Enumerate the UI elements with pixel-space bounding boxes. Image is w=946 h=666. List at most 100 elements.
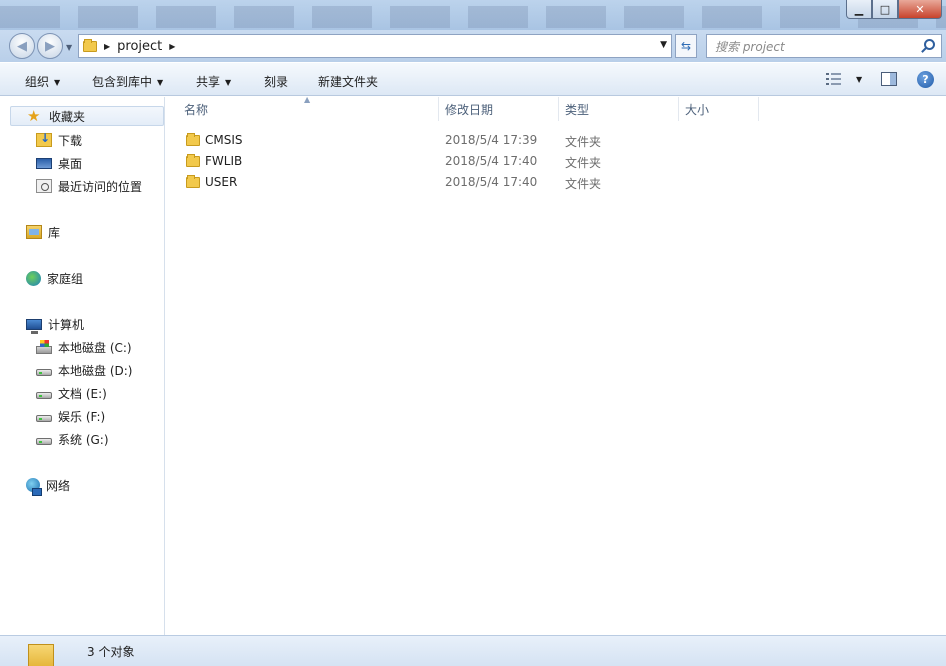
nav-item-label: 最近访问的位置 xyxy=(58,179,143,194)
column-header-type[interactable]: 类型 xyxy=(559,97,679,121)
preview-pane-button[interactable] xyxy=(881,72,897,86)
view-list-icon xyxy=(826,73,841,85)
forward-arrow-icon: ▶ xyxy=(45,38,55,54)
breadcrumb-project[interactable]: project xyxy=(117,39,162,54)
address-history-dropdown-icon[interactable]: ▼ xyxy=(660,40,667,50)
chevron-down-icon: ▼ xyxy=(225,78,232,87)
folder-icon xyxy=(28,644,54,666)
file-date: 2018/5/4 17:40 xyxy=(445,154,538,168)
share-label: 共享 xyxy=(196,75,221,89)
file-type: 文件夹 xyxy=(565,177,602,191)
folder-icon xyxy=(186,175,200,188)
nav-homegroup[interactable]: 家庭组 xyxy=(26,268,83,288)
column-header-label: 大小 xyxy=(685,102,710,117)
hard-drive-icon xyxy=(36,391,52,399)
search-placeholder: 搜索 project xyxy=(715,39,785,54)
back-button[interactable]: ◀ xyxy=(9,33,35,59)
nav-drive-c[interactable]: 本地磁盘 (C:) xyxy=(36,337,132,357)
chevron-down-icon: ▼ xyxy=(157,78,164,87)
recent-pages-dropdown-icon[interactable]: ▼ xyxy=(66,43,72,52)
column-header-name[interactable]: ▲ 名称 xyxy=(166,95,439,121)
drive-label: 文档 (E:) xyxy=(58,386,107,401)
organize-menu[interactable]: 组织 ▼ xyxy=(25,73,60,90)
refresh-icon: ⇆ xyxy=(680,39,692,53)
nav-network[interactable]: 网络 xyxy=(26,475,71,496)
file-type: 文件夹 xyxy=(565,156,602,170)
nav-item-label: 桌面 xyxy=(58,156,83,171)
minimize-button[interactable]: ▁ xyxy=(846,0,872,19)
address-bar[interactable]: ▶ project ▶ ▼ xyxy=(78,34,672,58)
nav-computer[interactable]: 计算机 xyxy=(26,314,84,334)
nav-network-label: 网络 xyxy=(46,478,71,493)
file-date: 2018/5/4 17:40 xyxy=(445,175,538,189)
libraries-icon xyxy=(26,225,42,239)
desktop-icon xyxy=(36,158,52,169)
file-list: ▲ 名称 修改日期 类型 大小 CMSIS 2018/5/4 17:39 文件夹… xyxy=(166,95,946,635)
column-header-date[interactable]: 修改日期 xyxy=(439,97,559,121)
hard-drive-icon xyxy=(36,437,52,445)
breadcrumb-chevron-icon[interactable]: ▶ xyxy=(169,42,175,51)
search-icon[interactable] xyxy=(924,39,935,50)
nav-drive-e[interactable]: 文档 (E:) xyxy=(36,383,107,403)
navigation-pane: ★ 收藏夹 下载 桌面 最近访问的位置 库 家庭组 计算机 本地磁盘 (C:) … xyxy=(0,97,165,635)
nav-favorites-label: 收藏夹 xyxy=(49,109,86,124)
network-icon xyxy=(26,478,42,496)
computer-icon xyxy=(26,318,42,334)
maximize-button[interactable]: □ xyxy=(872,0,898,19)
nav-libraries-label: 库 xyxy=(48,225,61,240)
file-name: CMSIS xyxy=(205,133,243,147)
nav-homegroup-label: 家庭组 xyxy=(47,271,84,286)
hard-drive-icon xyxy=(36,368,52,376)
hard-drive-icon xyxy=(36,414,52,422)
nav-item-downloads[interactable]: 下载 xyxy=(36,130,82,150)
forward-button[interactable]: ▶ xyxy=(37,33,63,59)
status-bar: 3 个对象 xyxy=(0,635,946,666)
column-header-label: 名称 xyxy=(184,102,209,117)
include-in-library-menu[interactable]: 包含到库中 ▼ xyxy=(92,73,163,90)
table-row[interactable]: CMSIS 2018/5/4 17:39 文件夹 xyxy=(176,130,776,150)
drive-label: 本地磁盘 (C:) xyxy=(58,340,132,355)
drive-label: 娱乐 (F:) xyxy=(58,409,106,424)
downloads-folder-icon xyxy=(36,131,52,147)
file-date: 2018/5/4 17:39 xyxy=(445,133,538,147)
nav-libraries[interactable]: 库 xyxy=(26,222,60,242)
search-input[interactable]: 搜索 project xyxy=(706,34,942,58)
sort-ascending-icon: ▲ xyxy=(304,95,311,104)
column-header-size[interactable]: 大小 xyxy=(679,97,759,121)
file-type: 文件夹 xyxy=(565,135,602,149)
table-row[interactable]: USER 2018/5/4 17:40 文件夹 xyxy=(176,172,776,192)
help-button[interactable]: ? xyxy=(917,71,934,88)
nav-drive-d[interactable]: 本地磁盘 (D:) xyxy=(36,360,132,380)
address-row: ◀ ▶ ▼ ▶ project ▶ ▼ ⇆ 搜索 project xyxy=(0,30,946,62)
close-button[interactable]: ✕ xyxy=(898,0,942,19)
nav-computer-label: 计算机 xyxy=(48,317,85,332)
back-arrow-icon: ◀ xyxy=(17,38,27,54)
system-drive-icon xyxy=(36,339,52,354)
star-icon: ★ xyxy=(27,107,41,125)
include-in-library-label: 包含到库中 xyxy=(92,75,153,89)
drive-label: 本地磁盘 (D:) xyxy=(58,363,133,378)
recent-places-icon xyxy=(36,179,52,193)
folder-icon xyxy=(186,133,200,146)
folder-icon xyxy=(83,38,97,52)
title-bar: ▁ □ ✕ xyxy=(0,0,946,30)
share-menu[interactable]: 共享 ▼ xyxy=(196,73,231,90)
item-count: 3 个对象 xyxy=(87,645,135,659)
chevron-down-icon: ▼ xyxy=(54,78,61,87)
change-view-button[interactable] xyxy=(826,72,842,86)
table-row[interactable]: FWLIB 2018/5/4 17:40 文件夹 xyxy=(176,151,776,171)
burn-button[interactable]: 刻录 xyxy=(264,73,288,90)
column-header-label: 类型 xyxy=(565,102,590,117)
command-bar: 组织 ▼ 包含到库中 ▼ 共享 ▼ 刻录 新建文件夹 ▼ ? xyxy=(0,62,946,96)
nav-item-recent-places[interactable]: 最近访问的位置 xyxy=(36,176,142,196)
file-name: FWLIB xyxy=(205,154,243,168)
new-folder-button[interactable]: 新建文件夹 xyxy=(318,73,378,90)
view-options-dropdown-icon[interactable]: ▼ xyxy=(851,72,862,86)
nav-drive-g[interactable]: 系统 (G:) xyxy=(36,429,109,449)
nav-favorites[interactable]: ★ 收藏夹 xyxy=(10,106,164,126)
nav-drive-f[interactable]: 娱乐 (F:) xyxy=(36,406,105,426)
title-bar-background xyxy=(0,6,946,28)
refresh-button[interactable]: ⇆ xyxy=(675,34,697,58)
breadcrumb-chevron-icon[interactable]: ▶ xyxy=(104,42,110,51)
nav-item-desktop[interactable]: 桌面 xyxy=(36,153,82,173)
